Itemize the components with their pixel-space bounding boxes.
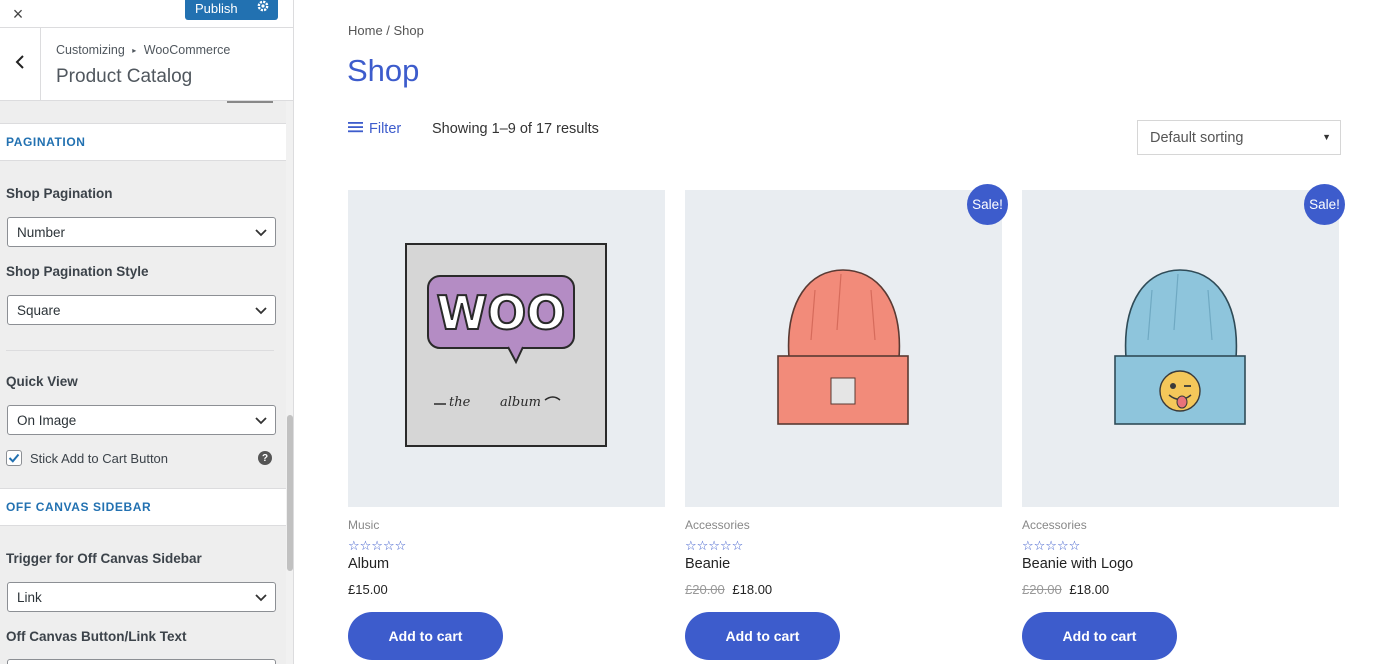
quick-view-value: On Image bbox=[17, 412, 77, 428]
result-count: Showing 1–9 of 17 results bbox=[432, 121, 599, 137]
product-current-price: £15.00 bbox=[348, 582, 388, 597]
help-icon[interactable]: ? bbox=[258, 451, 272, 465]
product-category[interactable]: Accessories bbox=[1022, 518, 1087, 532]
customizer-sidebar: × Publish Customizing ▸ WooCommerce Prod… bbox=[0, 0, 294, 664]
shop-pagination-label: Shop Pagination bbox=[6, 186, 113, 201]
product-price: £20.00 £18.00 bbox=[1022, 582, 1109, 597]
back-button[interactable] bbox=[0, 28, 41, 101]
button-text-label: Off Canvas Button/Link Text bbox=[6, 629, 187, 644]
beanie-illustration bbox=[777, 269, 909, 425]
quick-view-label: Quick View bbox=[6, 374, 78, 389]
product-price: £15.00 bbox=[348, 582, 388, 597]
shop-preview: Home / Shop Shop Filter Showing 1–9 of 1… bbox=[294, 0, 1378, 664]
breadcrumb-separator: ▸ bbox=[132, 46, 137, 55]
filter-label: Filter bbox=[369, 121, 402, 137]
product-name[interactable]: Beanie with Logo bbox=[1022, 556, 1133, 572]
chevron-down-icon bbox=[255, 414, 267, 429]
product-price: £20.00 £18.00 bbox=[685, 582, 772, 597]
pagination-header: PAGINATION bbox=[0, 123, 286, 161]
gear-icon[interactable] bbox=[256, 0, 270, 16]
product-current-price: £18.00 bbox=[1069, 582, 1110, 597]
sale-badge: Sale! bbox=[1304, 184, 1345, 225]
add-to-cart-button[interactable]: Add to cart bbox=[1022, 612, 1177, 660]
shop-pagination-style-value: Square bbox=[17, 302, 61, 318]
breadcrumb-parent: WooCommerce bbox=[143, 43, 231, 57]
add-to-cart-button[interactable]: Add to cart bbox=[685, 612, 840, 660]
product-image-beanie[interactable] bbox=[685, 190, 1002, 507]
album-subtitle-2: album bbox=[500, 395, 541, 410]
scrollbar-thumb[interactable] bbox=[287, 415, 293, 571]
sale-badge: Sale! bbox=[967, 184, 1008, 225]
album-logo-text: WOO bbox=[437, 286, 566, 340]
breadcrumb[interactable]: Home / Shop bbox=[348, 23, 424, 38]
trigger-value: Link bbox=[17, 589, 42, 605]
button-text-input[interactable] bbox=[7, 659, 276, 664]
product-category[interactable]: Accessories bbox=[685, 518, 750, 532]
breadcrumb-root: Customizing bbox=[56, 43, 125, 57]
star-rating: ☆☆☆☆☆ bbox=[348, 538, 407, 553]
controls-panel: PAGINATION Shop Pagination Number Shop P… bbox=[0, 101, 286, 664]
product-image-beanie-with-logo[interactable] bbox=[1022, 190, 1339, 507]
star-rating: ☆☆☆☆☆ bbox=[1022, 538, 1081, 553]
product-name[interactable]: Album bbox=[348, 556, 389, 572]
chevron-down-icon bbox=[255, 226, 267, 241]
menu-icon bbox=[348, 121, 363, 137]
close-customizer-button[interactable]: × bbox=[0, 0, 36, 28]
chevron-down-icon bbox=[255, 591, 267, 606]
chevron-left-icon bbox=[14, 55, 26, 74]
product-current-price: £18.00 bbox=[732, 582, 773, 597]
caret-down-icon: ▼ bbox=[1322, 132, 1331, 142]
checkmark-icon bbox=[8, 453, 20, 463]
star-rating: ☆☆☆☆☆ bbox=[685, 538, 744, 553]
add-to-cart-button[interactable]: Add to cart bbox=[348, 612, 503, 660]
previous-control-edge bbox=[227, 101, 273, 103]
product-name[interactable]: Beanie bbox=[685, 556, 730, 572]
product-category[interactable]: Music bbox=[348, 518, 379, 532]
customizer-topbar: × Publish bbox=[0, 0, 293, 28]
page-title: Shop bbox=[347, 53, 420, 88]
product-old-price: £20.00 bbox=[685, 582, 725, 597]
sort-select[interactable]: Default sorting ▼ bbox=[1137, 120, 1341, 155]
stick-cart-checkbox[interactable] bbox=[6, 450, 22, 466]
product-image-album[interactable]: WOO the album bbox=[348, 190, 665, 507]
publish-label: Publish bbox=[195, 0, 238, 16]
section-header: Customizing ▸ WooCommerce Product Catalo… bbox=[0, 28, 293, 101]
trigger-label: Trigger for Off Canvas Sidebar bbox=[6, 551, 202, 566]
section-title: Product Catalog bbox=[56, 66, 193, 87]
product-old-price: £20.00 bbox=[1022, 582, 1062, 597]
beanie-with-logo-illustration bbox=[1114, 269, 1246, 425]
quick-view-select[interactable]: On Image bbox=[7, 405, 276, 435]
shop-pagination-style-label: Shop Pagination Style bbox=[6, 264, 149, 279]
publish-button[interactable]: Publish bbox=[185, 0, 278, 20]
scrollbar-track[interactable] bbox=[286, 101, 293, 664]
album-subtitle-1: the bbox=[449, 395, 471, 410]
shop-pagination-style-select[interactable]: Square bbox=[7, 295, 276, 325]
shop-pagination-value: Number bbox=[17, 224, 66, 240]
customizer-breadcrumb: Customizing ▸ WooCommerce bbox=[56, 43, 230, 57]
divider bbox=[6, 350, 274, 351]
stick-cart-label: Stick Add to Cart Button bbox=[30, 451, 169, 466]
off-canvas-header: OFF CANVAS SIDEBAR bbox=[0, 488, 286, 526]
shop-pagination-select[interactable]: Number bbox=[7, 217, 276, 247]
album-illustration: WOO the album bbox=[405, 243, 607, 447]
chevron-down-icon bbox=[255, 304, 267, 319]
sort-value: Default sorting bbox=[1150, 129, 1244, 146]
trigger-select[interactable]: Link bbox=[7, 582, 276, 612]
filter-button[interactable]: Filter bbox=[348, 121, 401, 137]
